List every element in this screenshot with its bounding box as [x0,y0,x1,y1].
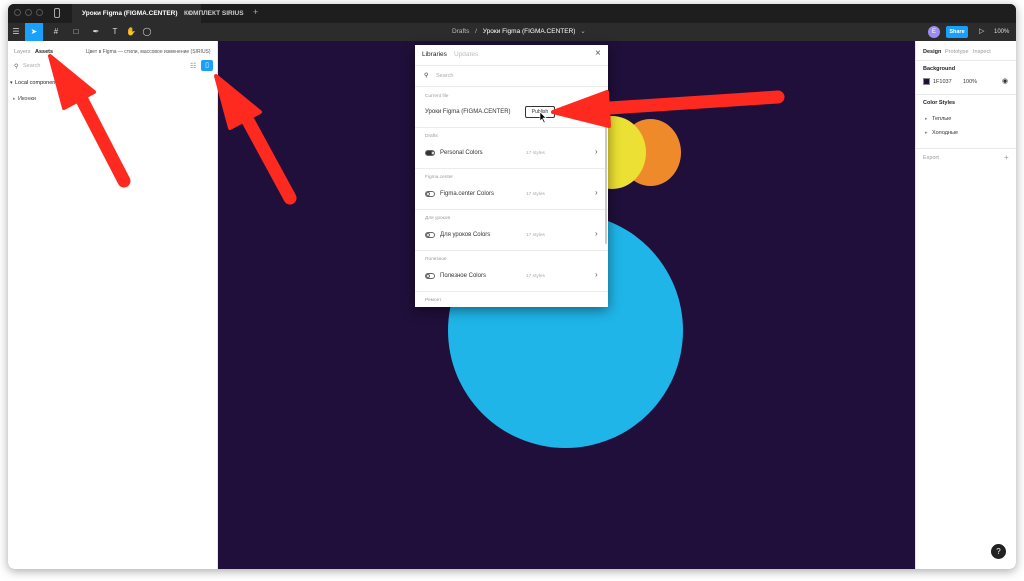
style-count: 17 styles [526,192,545,197]
divider [916,60,1016,61]
chevron-right-icon[interactable]: › [595,229,598,238]
toggle-switch[interactable] [425,273,435,279]
chevron-down-icon[interactable]: ⌄ [580,28,585,35]
caret-icon[interactable]: ▸ [925,116,928,122]
hand-tool-icon[interactable]: ✋ [124,23,138,41]
tab-prototype[interactable]: Prototype [945,49,969,55]
pen-tool-icon[interactable]: ✒ [88,23,104,41]
style-warm[interactable]: Теплые [932,116,951,122]
library-section: Полезное Полезное Colors 17 styles › [415,251,608,292]
style-count: 17 styles [526,151,545,156]
current-file-header: Current file [425,94,449,99]
avatar[interactable]: E [928,26,940,38]
style-count: 17 styles [526,233,545,238]
section-header: Figma.center [425,175,453,180]
export-heading[interactable]: Export [923,155,939,161]
publish-button[interactable]: Publish [525,106,555,118]
style-cold[interactable]: Холодные [932,130,958,136]
library-section: Для уроков Для уроков Colors 17 styles › [415,210,608,251]
eye-icon[interactable]: ◉ [1002,77,1008,85]
current-file-section: Current file Уроки Figma (FIGMA.CENTER) … [415,87,608,128]
library-search-input[interactable]: Search [436,73,453,79]
search-input[interactable]: Search [23,63,40,69]
new-tab-button[interactable]: + [253,7,258,17]
modal-search: ⚲ Search [415,66,608,87]
tab-assets[interactable]: Assets [35,49,53,55]
list-view-icon[interactable]: ☷ [190,62,196,70]
list-item-icons[interactable]: Иконки [18,96,36,102]
section-header: Ремонт [425,298,442,303]
close-window-icon[interactable] [14,9,21,16]
maximize-window-icon[interactable] [36,9,43,16]
caret-icon[interactable]: ▸ [925,130,928,136]
tab-libraries[interactable]: Libraries [422,51,447,58]
move-tool-icon[interactable]: ➤ [25,23,43,41]
toggle-switch[interactable] [425,232,435,238]
text-tool-icon[interactable]: T [108,23,122,41]
add-export-button[interactable]: + [1004,153,1009,162]
modal-header: Libraries Updates × [415,45,608,66]
design-panel: Design Prototype Inspect Background 1F10… [915,41,1016,569]
search-icon: ⚲ [14,64,19,70]
toggle-switch[interactable] [425,191,435,197]
current-file-name: Уроки Figma (FIGMA.CENTER) [425,109,511,115]
minimize-window-icon[interactable] [25,9,32,16]
library-section: Figma.center Figma.center Colors 17 styl… [415,169,608,210]
tab-inspect[interactable]: Inspect [973,49,991,55]
breadcrumb-drafts[interactable]: Drafts [452,28,469,35]
library-name[interactable]: Полезное Colors [440,273,486,279]
chevron-right-icon[interactable]: › [595,188,598,197]
comment-tool-icon[interactable]: ◯ [140,23,154,41]
modal-scrollbar[interactable] [605,104,607,244]
search-icon: ⚲ [424,73,429,79]
expand-caret-icon[interactable]: ▾ [10,80,13,86]
background-hex[interactable]: 1F1037 [933,79,952,85]
library-name[interactable]: Для уроков Colors [440,232,490,238]
tab-design[interactable]: Design [923,49,941,55]
collapsed-caret-icon[interactable]: ▸ [13,96,16,102]
help-button[interactable]: ? [991,544,1006,559]
toggle-switch[interactable] [425,150,435,156]
tab-updates[interactable]: Updates [454,51,478,58]
breadcrumb-separator: / [475,28,477,35]
tab-label: Уроки Figma (FIGMA.CENTER) [82,10,178,17]
section-header: Drafts [425,134,438,139]
divider [916,94,1016,95]
color-styles-heading: Color Styles [923,100,956,106]
libraries-modal: Libraries Updates × ⚲ Search Current fil… [415,45,608,307]
present-icon[interactable]: ▷ [979,23,984,41]
background-swatch[interactable] [923,78,930,85]
library-name[interactable]: Figma.center Colors [440,191,494,197]
background-opacity[interactable]: 100% [963,79,977,85]
chevron-right-icon[interactable]: › [595,147,598,156]
tab-sirius[interactable]: КОМПЛЕКТ SIRIUS [174,4,254,23]
library-name[interactable]: Personal Colors [440,150,483,156]
toolbar: ☰ ➤ # □ ✒ T ✋ ◯ Drafts / Уроки Figma (FI… [8,23,1016,41]
breadcrumb: Drafts / Уроки Figma (FIGMA.CENTER) ⌄ [452,23,586,41]
close-icon[interactable]: × [595,48,601,59]
library-title[interactable]: Цвет в Figma — стили, массовое изменение… [86,49,216,55]
main-menu-icon[interactable]: ☰ [8,23,24,41]
library-book-icon[interactable]: ▯ [201,60,213,71]
app-window: Уроки Figma (FIGMA.CENTER) × КОМПЛЕКТ SI… [8,4,1016,569]
file-name[interactable]: Уроки Figma (FIGMA.CENTER) [483,28,576,35]
local-components-heading[interactable]: Local components [15,80,60,86]
background-heading: Background [923,66,956,72]
chevron-right-icon[interactable]: › [595,270,598,279]
zoom-level[interactable]: 100% [994,23,1009,41]
share-button[interactable]: Share [946,26,968,38]
library-section: Drafts Personal Colors 17 styles › [415,128,608,169]
section-header: Для уроков [425,216,451,221]
tab-layers[interactable]: Layers [14,49,31,55]
title-bar: Уроки Figma (FIGMA.CENTER) × КОМПЛЕКТ SI… [8,4,1016,23]
assets-panel: Layers Assets Цвет в Figma — стили, масс… [8,41,218,569]
style-count: 17 styles [526,274,545,279]
section-header: Полезное [425,257,447,262]
shape-tool-icon[interactable]: □ [68,23,84,41]
divider [916,148,1016,149]
figma-logo-icon[interactable] [54,8,60,18]
tab-label: КОМПЛЕКТ SIRIUS [184,10,244,17]
frame-tool-icon[interactable]: # [48,23,64,41]
